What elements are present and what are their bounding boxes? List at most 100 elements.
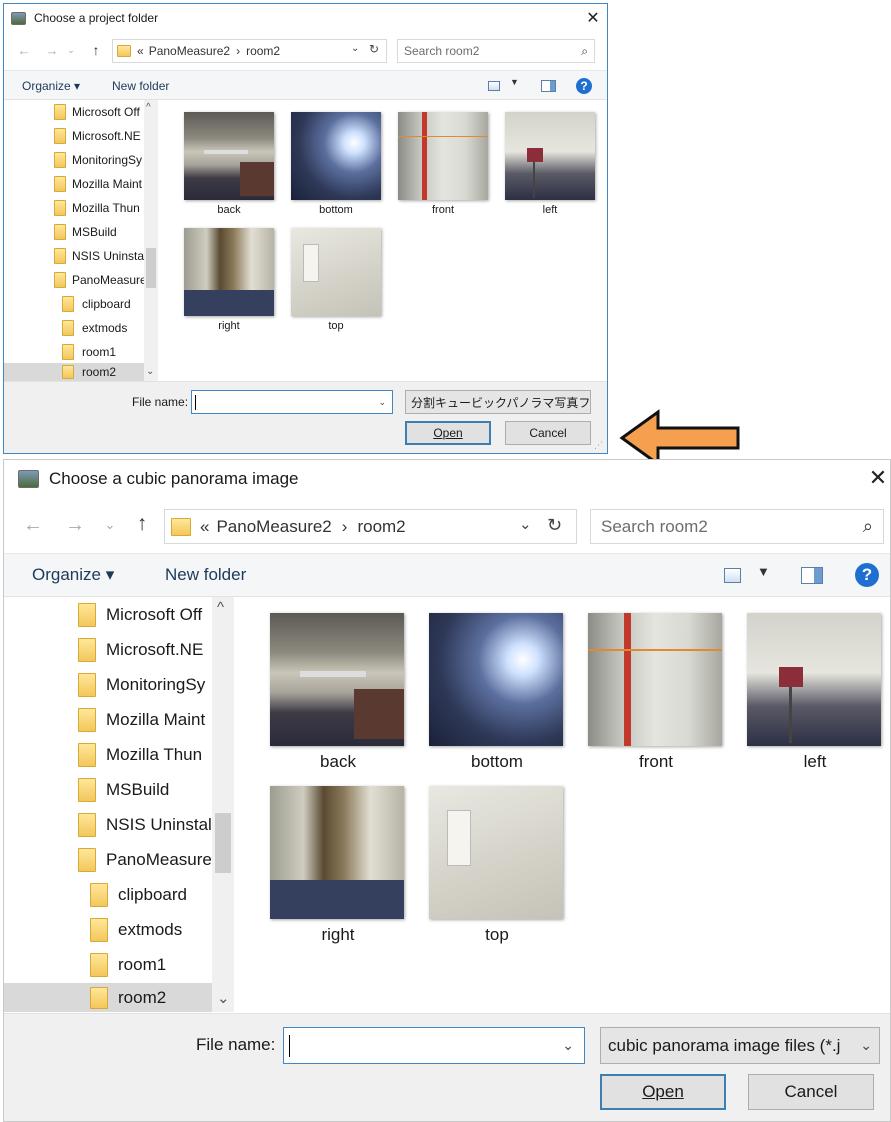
forward-arrow-icon[interactable]: → xyxy=(64,512,86,538)
address-dropdown-icon[interactable]: ⌄ xyxy=(351,43,359,54)
tree-item-nsis-uninstal[interactable]: NSIS Uninstal xyxy=(4,244,144,268)
scroll-down-icon[interactable]: ⌄ xyxy=(217,989,230,1007)
scroll-up-icon[interactable]: ^ xyxy=(217,599,224,616)
tree-item-microsoft-office[interactable]: Microsoft Off xyxy=(4,100,144,124)
help-icon[interactable]: ? xyxy=(576,78,592,94)
tree-item-room2[interactable]: room2 xyxy=(4,363,144,381)
refresh-icon[interactable]: ↻ xyxy=(369,42,379,56)
tree-item-msbuild[interactable]: MSBuild xyxy=(4,772,212,807)
tree-item-extmods[interactable]: extmods xyxy=(4,316,144,340)
folder-icon xyxy=(62,365,74,379)
file-item-left[interactable]: left xyxy=(503,110,597,220)
file-item-right[interactable]: right xyxy=(182,226,276,336)
tree-item-room1[interactable]: room1 xyxy=(4,340,144,364)
tree-item-panomeasure[interactable]: PanoMeasure xyxy=(4,842,212,877)
address-dropdown-icon[interactable]: ⌄ xyxy=(519,515,532,533)
tree-item-room1[interactable]: room1 xyxy=(4,947,212,982)
address-bar[interactable]: « PanoMeasure2 › room2 ⌄ ↻ xyxy=(164,509,577,544)
chevron-down-icon[interactable]: ⌄ xyxy=(378,397,386,408)
up-arrow-icon[interactable]: ↑ xyxy=(88,40,104,60)
tree-item-mozilla-maint[interactable]: Mozilla Maint xyxy=(4,702,212,737)
recent-locations-chevron-icon[interactable]: ⌄ xyxy=(65,42,77,58)
breadcrumb-panomeasure2[interactable]: PanoMeasure2 xyxy=(216,517,331,537)
recent-locations-chevron-icon[interactable]: ⌄ xyxy=(102,514,118,536)
tree-item-clipboard[interactable]: clipboard xyxy=(4,292,144,316)
tree-item-clipboard[interactable]: clipboard xyxy=(4,877,212,912)
forward-arrow-icon[interactable]: → xyxy=(44,41,60,59)
cancel-button[interactable]: Cancel xyxy=(748,1074,874,1110)
file-item-front[interactable]: front xyxy=(396,110,490,220)
tree-item-extmods[interactable]: extmods xyxy=(4,912,212,947)
file-type-select[interactable]: cubic panorama image files (*.j ⌄ xyxy=(600,1027,880,1064)
tree-item-mozilla-thun[interactable]: Mozilla Thun xyxy=(4,737,212,772)
thumbnail-left xyxy=(505,112,595,200)
title-bar: Choose a cubic panorama image xyxy=(18,466,298,492)
cancel-button[interactable]: Cancel xyxy=(505,421,591,445)
new-folder-button[interactable]: New folder xyxy=(112,79,169,93)
tree-item-msbuild[interactable]: MSBuild xyxy=(4,220,144,244)
tree-scrollbar[interactable]: ^ ⌄ xyxy=(212,597,234,1012)
open-button[interactable]: Open xyxy=(405,421,491,445)
breadcrumb-overflow[interactable]: « xyxy=(137,44,144,58)
chevron-down-icon[interactable]: ⌄ xyxy=(562,1037,574,1054)
file-item-top[interactable]: top xyxy=(289,226,383,336)
scroll-up-icon[interactable]: ^ xyxy=(146,102,151,113)
close-icon[interactable]: ✕ xyxy=(582,7,604,29)
file-item-bottom[interactable]: bottom xyxy=(427,611,567,777)
tree-item-monitoring[interactable]: MonitoringSy xyxy=(4,667,212,702)
address-bar[interactable]: « PanoMeasure2 › room2 ⌄ ↻ xyxy=(112,39,387,63)
up-arrow-icon[interactable]: ↑ xyxy=(130,510,154,538)
breadcrumb-room2[interactable]: room2 xyxy=(246,44,280,58)
change-view-icon[interactable] xyxy=(724,568,741,583)
folder-icon xyxy=(78,707,96,732)
open-button[interactable]: Open xyxy=(600,1074,726,1110)
breadcrumb-panomeasure2[interactable]: PanoMeasure2 xyxy=(149,44,230,58)
tree-scrollbar[interactable]: ^ ⌄ xyxy=(144,100,158,381)
preview-pane-icon[interactable] xyxy=(801,567,823,584)
tree-item-mozilla-thun[interactable]: Mozilla Thun xyxy=(4,196,144,220)
file-item-back[interactable]: back xyxy=(268,611,408,777)
breadcrumb-room2[interactable]: room2 xyxy=(357,517,405,537)
search-input[interactable]: Search room2 ⌕ xyxy=(590,509,884,544)
tree-item-mozilla-maint[interactable]: Mozilla Maint xyxy=(4,172,144,196)
file-type-select[interactable]: 分割キュービックパノラマ写真ファ ⌄ xyxy=(405,390,591,414)
organize-button[interactable]: Organize ▾ xyxy=(22,79,80,93)
search-input[interactable]: Search room2 ⌕ xyxy=(397,39,595,63)
close-icon[interactable]: ✕ xyxy=(864,464,890,492)
tree-item-monitoring[interactable]: MonitoringSy xyxy=(4,148,144,172)
file-item-left[interactable]: left xyxy=(745,611,885,777)
file-name: top xyxy=(485,925,509,944)
file-name-label: File name: xyxy=(196,1035,276,1054)
tree-item-panomeasure[interactable]: PanoMeasure xyxy=(4,268,144,292)
file-item-back[interactable]: back xyxy=(182,110,276,220)
organize-button[interactable]: Organize ▾ xyxy=(32,565,114,585)
resize-grip-icon[interactable]: ⋰ xyxy=(594,440,603,451)
refresh-icon[interactable]: ↻ xyxy=(547,515,562,536)
chevron-down-icon[interactable]: ⌄ xyxy=(860,1037,872,1054)
new-folder-button[interactable]: New folder xyxy=(165,565,246,585)
tree-item-microsoft-net[interactable]: Microsoft.NE xyxy=(4,124,144,148)
tree-item-nsis-uninstal[interactable]: NSIS Uninstal xyxy=(4,807,212,842)
scroll-down-icon[interactable]: ⌄ xyxy=(146,366,154,377)
title-bar: Choose a project folder xyxy=(11,9,158,27)
file-item-top[interactable]: top xyxy=(427,784,567,950)
help-icon[interactable]: ? xyxy=(855,563,879,587)
view-dropdown-icon[interactable]: ▼ xyxy=(510,77,519,87)
file-name-input[interactable]: ⌄ xyxy=(283,1027,585,1064)
tree-item-microsoft-office[interactable]: Microsoft Off xyxy=(4,597,212,632)
tree-item-room2[interactable]: room2 xyxy=(4,983,212,1012)
preview-pane-icon[interactable] xyxy=(541,80,556,92)
tree-item-microsoft-net[interactable]: Microsoft.NE xyxy=(4,632,212,667)
breadcrumb-overflow[interactable]: « xyxy=(200,517,209,537)
scroll-thumb[interactable] xyxy=(215,813,231,873)
file-name-input[interactable]: ⌄ xyxy=(191,390,393,414)
back-arrow-icon[interactable]: ← xyxy=(16,41,32,59)
thumbnail-front xyxy=(588,613,722,746)
scroll-thumb[interactable] xyxy=(146,248,156,288)
view-dropdown-icon[interactable]: ▼ xyxy=(757,564,770,579)
change-view-icon[interactable] xyxy=(488,81,500,91)
file-item-bottom[interactable]: bottom xyxy=(289,110,383,220)
back-arrow-icon[interactable]: ← xyxy=(22,512,44,538)
file-item-right[interactable]: right xyxy=(268,784,408,950)
file-item-front[interactable]: front xyxy=(586,611,726,777)
